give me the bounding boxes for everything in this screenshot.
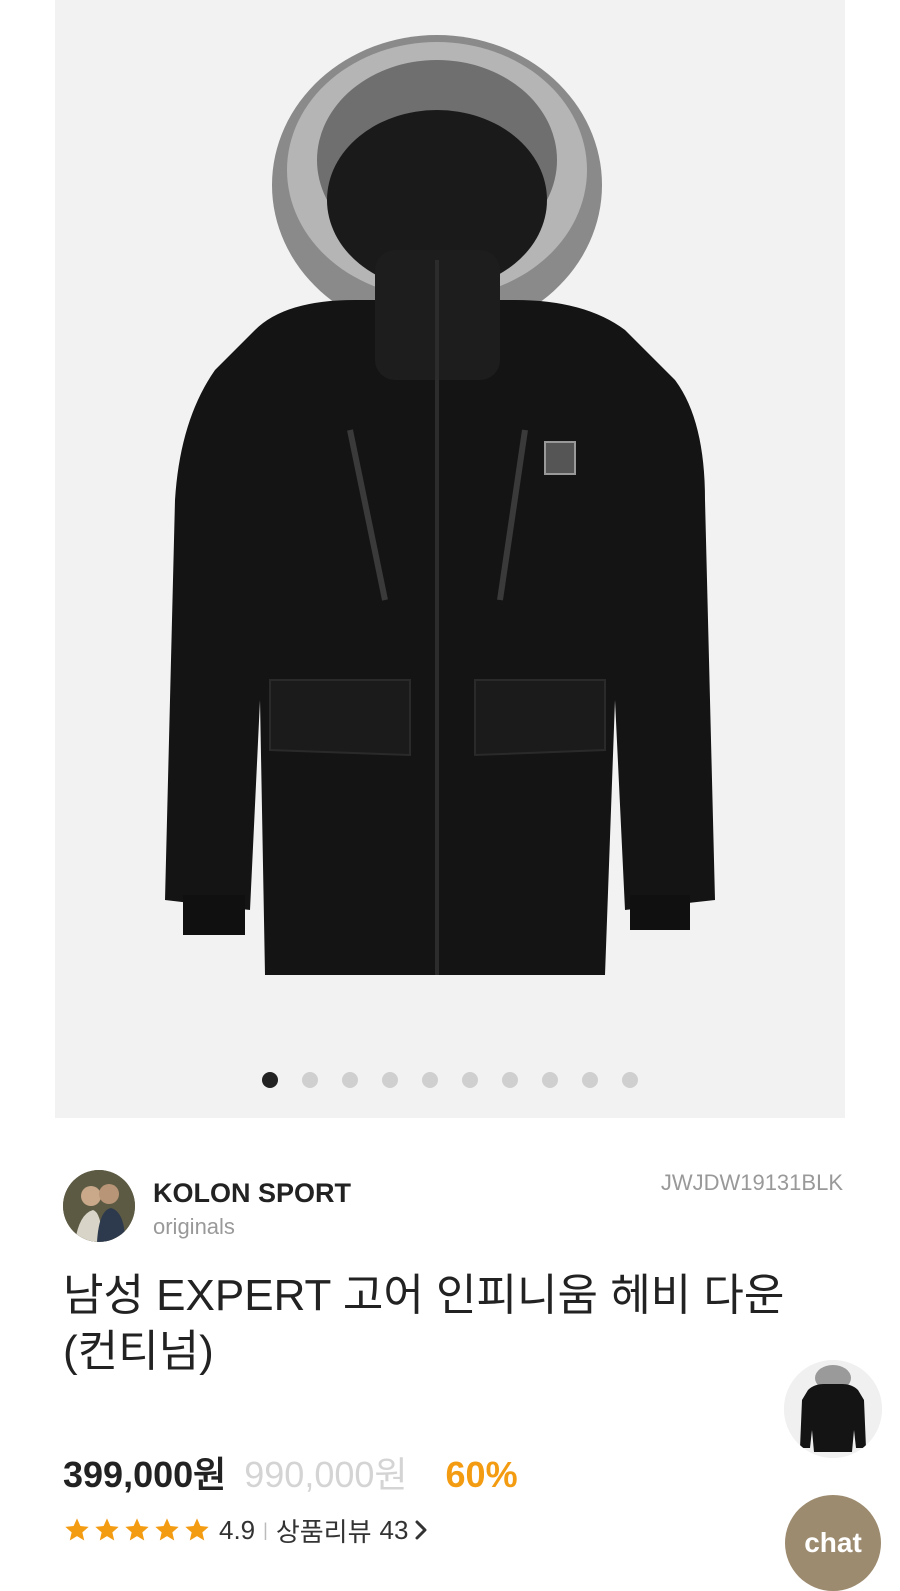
star-rating [63, 1516, 211, 1544]
gallery-dot[interactable] [302, 1072, 318, 1088]
gallery-dot[interactable] [342, 1072, 358, 1088]
review-label: 상품리뷰 [275, 1516, 372, 1547]
review-count: 43 [379, 1514, 409, 1545]
gallery-dot[interactable] [422, 1072, 438, 1088]
star-icon [155, 1518, 179, 1541]
star-icon [65, 1518, 89, 1541]
sale-price: 399,000원 [63, 1454, 227, 1495]
product-title-line-2: (컨티넘) [63, 1327, 214, 1376]
star-icon [125, 1518, 149, 1541]
product-image-gallery[interactable] [55, 0, 845, 1118]
original-price: 990,000원 [244, 1454, 408, 1495]
brand-name[interactable]: KOLON SPORT [153, 1178, 351, 1209]
brand-subtitle: originals [153, 1214, 235, 1239]
brand-avatar[interactable] [63, 1170, 135, 1242]
discount-rate: 60% [445, 1454, 518, 1495]
gallery-dot[interactable] [622, 1072, 638, 1088]
avatar-image [63, 1170, 135, 1242]
rating-separator: | [263, 1519, 268, 1540]
thumbnail-image [784, 1360, 882, 1458]
star-icon [185, 1518, 209, 1541]
review-link[interactable]: 상품리뷰 43 [276, 1512, 429, 1549]
brand-header: KOLON SPORT originals JWJDW19131BLK [63, 1170, 843, 1242]
gallery-pagination [55, 1072, 845, 1088]
gallery-dot[interactable] [582, 1072, 598, 1088]
chat-button[interactable]: chat [785, 1495, 881, 1591]
gallery-dot[interactable] [382, 1072, 398, 1088]
gallery-dot[interactable] [542, 1072, 558, 1088]
price-row: 399,000원 990,000원 60% [63, 1446, 518, 1496]
rating-row: 4.9 | 상품리뷰 43 [63, 1510, 428, 1550]
gallery-dot[interactable] [502, 1072, 518, 1088]
gallery-dot[interactable] [262, 1072, 278, 1088]
product-image [165, 35, 715, 975]
gallery-dot[interactable] [462, 1072, 478, 1088]
chevron-right-icon [415, 1520, 427, 1540]
product-sku: JWJDW19131BLK [660, 1170, 843, 1195]
floating-product-thumbnail[interactable] [784, 1360, 882, 1458]
star-icon [95, 1518, 119, 1541]
product-title-line-1: 남성 EXPERT 고어 인피니움 헤비 다운 [63, 1271, 785, 1320]
product-title: 남성 EXPERT 고어 인피니움 헤비 다운 (컨티넘) [63, 1268, 823, 1380]
rating-score: 4.9 [219, 1514, 256, 1545]
